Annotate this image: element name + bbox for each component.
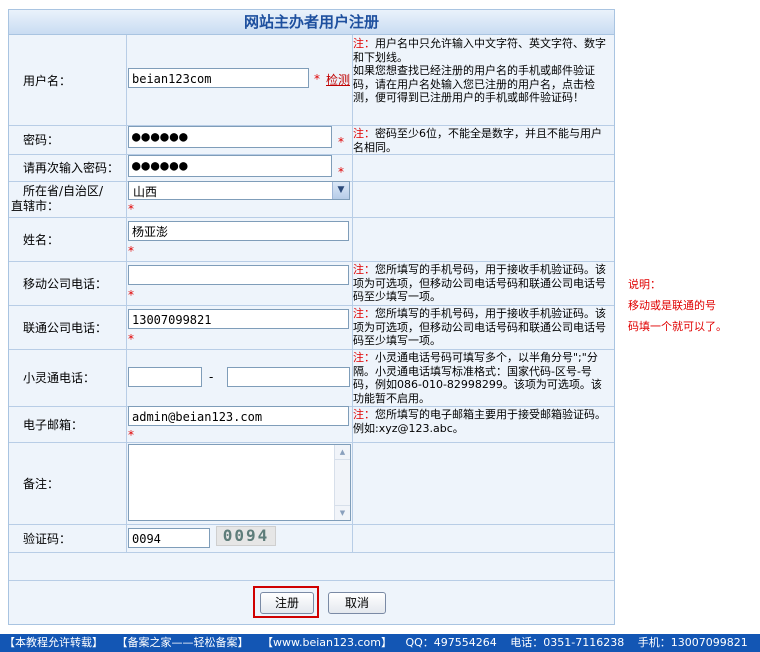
province-select[interactable]: 山西 ▼ xyxy=(128,181,350,200)
captcha-label: 验证码： xyxy=(9,524,127,552)
password-label: 密码： xyxy=(9,125,127,154)
chevron-down-icon[interactable]: ▼ xyxy=(332,182,349,199)
phs-area-input[interactable] xyxy=(128,367,202,387)
name-label: 姓名： xyxy=(9,217,127,261)
required-mark: * xyxy=(128,332,134,346)
side-note-line1: 移动或是联通的号 xyxy=(628,299,716,312)
password-row: 密码： ●●●●●● * 注：密码至少6位，不能全是数字，并且不能与用户名相同。 xyxy=(9,125,614,155)
mobile-label: 移动公司电话： xyxy=(9,261,127,305)
phs-label: 小灵通电话： xyxy=(9,349,127,406)
button-bar: 注册 取消 xyxy=(9,580,614,625)
name-input[interactable]: 杨亚澎 xyxy=(128,221,349,241)
side-note: 说明： 移动或是联通的号 码填一个就可以了。 xyxy=(628,274,758,337)
username-input[interactable]: beian123com xyxy=(128,68,309,88)
mobile-note: 注：您所填写的手机号码，用于接收手机验证码。该项为可选项，但移动公司电话号码和联… xyxy=(353,263,606,303)
province-row: 所在省/自治区/直辖市： 山西 ▼ * xyxy=(9,181,614,218)
captcha-row: 验证码： 0094 0094 xyxy=(9,524,614,553)
side-note-title: 说明： xyxy=(628,278,661,291)
required-mark: * xyxy=(128,288,134,302)
username-row: 用户名： beian123com * 检测 注：用户名中只允许输入中文字符、英文… xyxy=(9,35,614,126)
name-row: 姓名： 杨亚澎 * xyxy=(9,217,614,262)
required-mark: * xyxy=(128,244,134,258)
remark-textarea[interactable]: ▲ ▼ xyxy=(128,444,351,521)
footer-bar: 【本教程允许转载】 【备案之家——轻松备案】 【www.beian123.com… xyxy=(0,634,760,652)
password-input[interactable]: ●●●●●● xyxy=(128,126,332,148)
username-note: 注：用户名中只允许输入中文字符、英文字符、数字和下划线。 如果您想查找已经注册的… xyxy=(353,37,606,104)
check-username-link[interactable]: 检测 xyxy=(326,71,350,88)
phs-note: 注：小灵通电话号码可填写多个，以半角分号";"分隔。小灵通电话填写标准格式：国家… xyxy=(353,351,602,405)
remark-row: 备注： ▲ ▼ xyxy=(9,442,614,525)
footer-mobile: 手机：13007099821 xyxy=(637,636,748,649)
unicom-row: 联通公司电话： 13007099821 * 注：您所填写的手机号码，用于接收手机… xyxy=(9,305,614,350)
phs-number-input[interactable] xyxy=(227,367,350,387)
form-title: 网站主办者用户注册 xyxy=(9,10,614,35)
unicom-note: 注：您所填写的手机号码，用于接收手机验证码。该项为可选项，但移动公司电话号码和联… xyxy=(353,307,606,347)
footer-item: 【备案之家——轻松备案】 xyxy=(116,636,249,649)
email-row: 电子邮箱： admin@beian123.com * 注：您所填写的电子邮箱主要… xyxy=(9,406,614,443)
email-input[interactable]: admin@beian123.com xyxy=(128,406,349,426)
remark-label: 备注： xyxy=(9,442,127,524)
footer-phone: 电话：0351-7116238 xyxy=(510,636,625,649)
username-label: 用户名： xyxy=(9,35,127,125)
footer-qq: QQ：497554264 xyxy=(405,636,497,649)
footer-link[interactable]: 【www.beian123.com】 xyxy=(262,636,392,649)
unicom-label: 联通公司电话： xyxy=(9,305,127,349)
password-confirm-row: 请再次输入密码： ●●●●●● * xyxy=(9,154,614,182)
footer-item: 【本教程允许转载】 xyxy=(4,636,103,649)
required-mark: * xyxy=(314,72,320,86)
cancel-button[interactable]: 取消 xyxy=(328,592,386,614)
scroll-up-icon[interactable]: ▲ xyxy=(335,445,350,460)
required-mark: * xyxy=(128,202,134,216)
unicom-input[interactable]: 13007099821 xyxy=(128,309,349,329)
email-note: 注：您所填写的电子邮箱主要用于接受邮箱验证码。例如:xyz@123.abc。 xyxy=(353,408,606,435)
password-confirm-input[interactable]: ●●●●●● xyxy=(128,155,332,177)
captcha-image: 0094 xyxy=(216,526,276,546)
side-note-line2: 码填一个就可以了。 xyxy=(628,320,727,333)
password-note: 注：密码至少6位，不能全是数字，并且不能与用户名相同。 xyxy=(353,127,602,154)
required-mark: * xyxy=(338,165,344,179)
required-mark: * xyxy=(338,135,344,149)
email-label: 电子邮箱： xyxy=(9,406,127,442)
required-mark: * xyxy=(128,428,134,442)
password-confirm-label: 请再次输入密码： xyxy=(9,154,127,181)
mobile-row: 移动公司电话： * 注：您所填写的手机号码，用于接收手机验证码。该项为可选项，但… xyxy=(9,261,614,306)
scroll-down-icon[interactable]: ▼ xyxy=(335,505,350,520)
submit-button[interactable]: 注册 xyxy=(260,592,314,614)
scrollbar[interactable]: ▲ ▼ xyxy=(334,445,350,520)
registration-form-panel: 网站主办者用户注册 用户名： beian123com * 检测 注：用户名中只允… xyxy=(8,9,615,625)
captcha-input[interactable]: 0094 xyxy=(128,528,210,548)
mobile-input[interactable] xyxy=(128,265,349,285)
province-label: 所在省/自治区/直辖市： xyxy=(11,184,104,213)
phs-row: 小灵通电话： - 注：小灵通电话号码可填写多个，以半角分号";"分隔。小灵通电话… xyxy=(9,349,614,407)
phs-separator: - xyxy=(209,370,214,384)
